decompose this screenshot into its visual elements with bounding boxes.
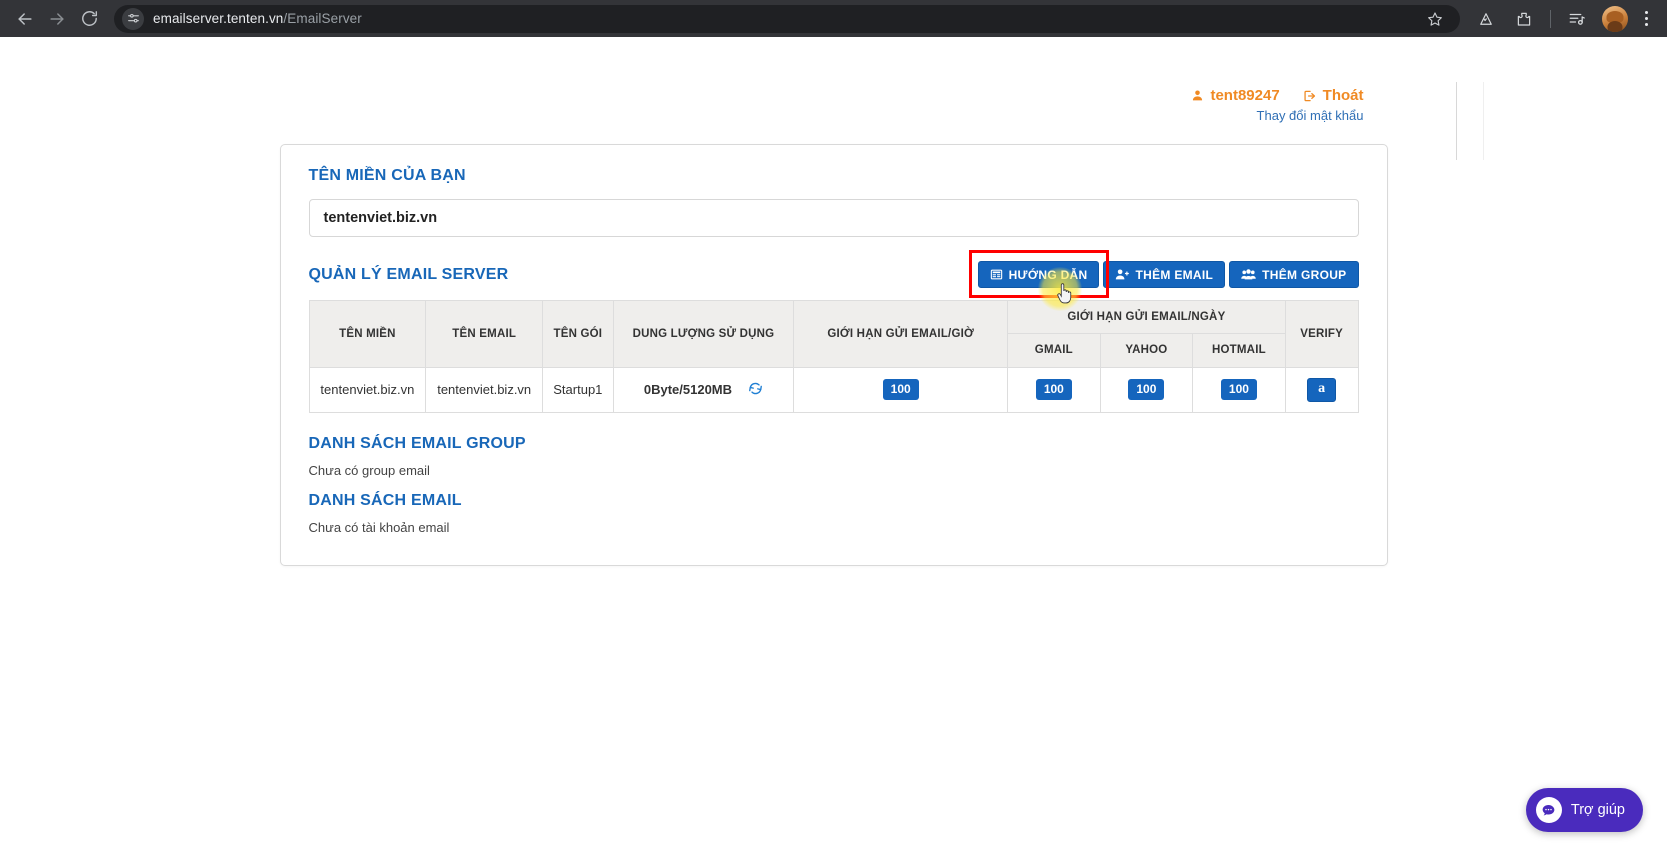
logout-icon[interactable]	[1302, 89, 1317, 103]
cell-domain: tentenviet.biz.vn	[308, 366, 427, 413]
cell-gmail: 100	[1007, 366, 1101, 413]
action-button-group: HƯỚNG DẪN THÊM EMAIL THÊM GROUP	[968, 250, 1359, 311]
cell-email: tentenviet.biz.vn	[425, 366, 544, 413]
account-line: tent89247 Thoát	[259, 87, 1364, 104]
add-email-button[interactable]: THÊM EMAIL	[1103, 261, 1226, 288]
cell-package: Startup1	[542, 366, 614, 413]
email-list-empty: Chưa có tài khoản email	[308, 519, 450, 535]
th-yahoo: YAHOO	[1099, 333, 1194, 368]
browser-toolbar: emailserver.tenten.vn/EmailServer	[0, 0, 1667, 37]
help-chat-label: Trợ giúp	[1570, 802, 1625, 818]
cell-yahoo: 100	[1099, 366, 1194, 413]
mountain-icon[interactable]	[1471, 4, 1501, 34]
chat-bubble-icon	[1535, 797, 1562, 823]
right-divider	[1455, 82, 1457, 160]
limit-hour-badge[interactable]: 100	[882, 379, 919, 401]
url-text: emailserver.tenten.vn/EmailServer	[153, 11, 362, 26]
gmail-badge[interactable]: 100	[1035, 379, 1072, 401]
guide-button[interactable]: HƯỚNG DẪN	[977, 261, 1100, 288]
email-list-section: DANH SÁCH EMAIL Chưa có tài khoản email	[309, 492, 1359, 535]
table-row: tentenviet.biz.vn tentenviet.biz.vn Star…	[308, 366, 1359, 413]
manager-header-row: QUẢN LÝ EMAIL SERVER HƯỚNG DẪN THÊM EMAI…	[308, 250, 1359, 311]
table-header-row-1: TÊN MIỀN TÊN EMAIL TÊN GÓI DUNG LƯỢNG SỬ…	[308, 299, 1359, 368]
help-chat-widget[interactable]: Trợ giúp	[1525, 788, 1643, 832]
th-limit-day-group: GIỚI HẠN GỬI EMAIL/NGÀY	[1007, 299, 1286, 335]
reload-icon[interactable]	[74, 4, 104, 34]
group-list-empty: Chưa có group email	[308, 462, 430, 478]
th-package: TÊN GÓI	[542, 300, 614, 368]
th-usage: DUNG LƯỢNG SỬ DỤNG	[612, 300, 795, 368]
chrome-menu-icon[interactable]	[1635, 4, 1657, 34]
user-icon	[1191, 89, 1204, 102]
reading-list-icon[interactable]	[1562, 4, 1592, 34]
cell-limit-hour: 100	[793, 366, 1009, 413]
th-email: TÊN EMAIL	[425, 300, 544, 368]
yahoo-badge[interactable]: 100	[1128, 379, 1165, 401]
account-bar: tent89247 Thoát Thay đổi mật khẩu	[259, 39, 1409, 123]
logout-label[interactable]: Thoát	[1323, 87, 1364, 104]
refresh-icon[interactable]	[748, 381, 763, 399]
amazon-ses-icon[interactable]: a	[1307, 377, 1337, 402]
add-group-button[interactable]: THÊM GROUP	[1229, 261, 1359, 288]
th-domain: TÊN MIỀN	[308, 300, 427, 368]
th-hotmail: HOTMAIL	[1192, 333, 1286, 368]
add-email-button-label: THÊM EMAIL	[1135, 267, 1214, 282]
email-server-card: TÊN MIỀN CỦA BẠN tentenviet.biz.vn QUẢN …	[279, 144, 1388, 566]
cell-verify: a	[1284, 366, 1359, 413]
domain-section-title: TÊN MIỀN CỦA BẠN	[308, 167, 466, 184]
group-list-section: DANH SÁCH EMAIL GROUP Chưa có group emai…	[309, 435, 1359, 478]
username-label: tent89247	[1210, 87, 1280, 104]
page-body: tent89247 Thoát Thay đổi mật khẩu TÊN MI…	[0, 37, 1667, 860]
star-icon[interactable]	[1422, 6, 1448, 32]
th-limit-hour: GIỚI HẠN GỬI EMAIL/GIỜ	[793, 300, 1009, 368]
domain-value-box: tentenviet.biz.vn	[308, 199, 1359, 237]
extensions-icon[interactable]	[1509, 4, 1539, 34]
usage-value: 0Byte/5120MB	[643, 382, 733, 398]
guide-button-label: HƯỚNG DẪN	[1008, 267, 1088, 282]
cell-usage: 0Byte/5120MB	[612, 366, 795, 413]
add-group-button-label: THÊM GROUP	[1262, 267, 1347, 282]
right-divider-2	[1482, 82, 1484, 160]
group-list-title: DANH SÁCH EMAIL GROUP	[308, 434, 526, 452]
email-server-table: TÊN MIỀN TÊN EMAIL TÊN GÓI DUNG LƯỢNG SỬ…	[308, 299, 1359, 413]
back-arrow-icon[interactable]	[10, 4, 40, 34]
domain-value: tentenviet.biz.vn	[323, 210, 438, 226]
th-verify: VERIFY	[1284, 300, 1359, 368]
manager-section-title: QUẢN LÝ EMAIL SERVER	[308, 265, 509, 283]
site-settings-icon[interactable]	[122, 7, 144, 30]
profile-avatar[interactable]	[1602, 5, 1628, 32]
email-list-title: DANH SÁCH EMAIL	[308, 491, 462, 509]
toolbar-divider	[1550, 9, 1551, 28]
add-group-icon	[1241, 268, 1256, 281]
url-path: /EmailServer	[283, 11, 362, 26]
cell-hotmail: 100	[1192, 366, 1286, 413]
th-gmail: GMAIL	[1007, 333, 1101, 368]
add-user-icon	[1115, 268, 1130, 281]
url-host: emailserver.tenten.vn	[153, 11, 284, 26]
forward-arrow-icon[interactable]	[42, 4, 72, 34]
address-bar[interactable]: emailserver.tenten.vn/EmailServer	[114, 4, 1460, 33]
hotmail-badge[interactable]: 100	[1220, 379, 1257, 401]
guide-book-icon	[990, 268, 1003, 281]
change-password-link[interactable]: Thay đổi mật khẩu	[259, 108, 1364, 123]
page-content: tent89247 Thoát Thay đổi mật khẩu TÊN MI…	[259, 37, 1484, 566]
